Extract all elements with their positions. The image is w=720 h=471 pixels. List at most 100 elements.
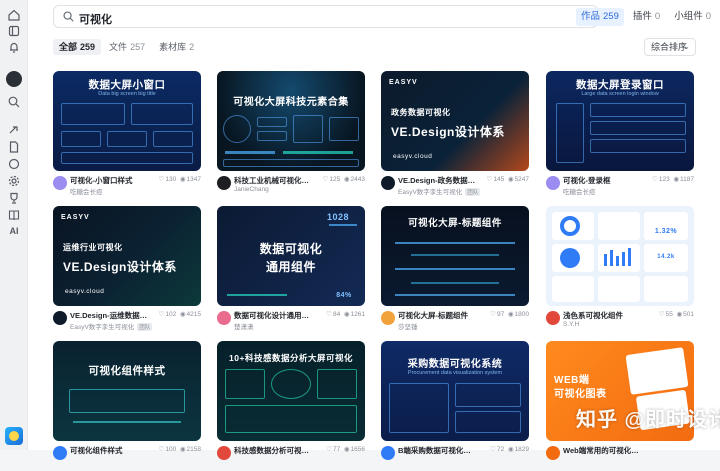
work-name[interactable]: Web端常用的可视化图表 — [563, 445, 643, 456]
author-name: S.Y.H — [563, 321, 580, 328]
work-meta: 科技工业机械可视化大数... JanieChang ♡125 ◉2443 — [217, 175, 365, 201]
filter-libraries[interactable]: 素材库 2 — [153, 39, 200, 55]
work-name[interactable]: 科技工业机械可视化大数... — [234, 175, 314, 186]
work-card[interactable]: 可视化大屏科技元素合集 科技工业机械可视化大数... JanieChang ♡1… — [217, 71, 365, 201]
work-thumbnail[interactable]: 数据大屏小窗口 Data big screen big title — [53, 71, 201, 171]
avatar[interactable] — [53, 446, 67, 460]
work-name[interactable]: 浅色系可视化组件 — [563, 310, 643, 321]
avatar[interactable] — [381, 176, 395, 190]
heart-icon: ♡ — [658, 311, 665, 318]
tab-label: 插件 — [632, 11, 652, 22]
work-thumbnail[interactable]: 10+科技感数据分析大屏可视化 — [217, 341, 365, 441]
work-name[interactable]: VE.Design-政务数据可视化 — [398, 175, 478, 186]
eye-icon: ◉ — [673, 176, 680, 183]
tab-widgets[interactable]: 小组件 0 — [669, 8, 716, 26]
tab-count: 0 — [654, 11, 661, 22]
work-name[interactable]: 科技感数据分析可视化大屏 — [234, 445, 314, 456]
avatar[interactable] — [53, 311, 67, 325]
app-logo[interactable] — [5, 427, 23, 445]
filter-all[interactable]: 全部 259 — [53, 39, 102, 55]
work-thumbnail[interactable]: 采购数据可视化系统 Procurement data visualization… — [381, 341, 529, 441]
work-name[interactable]: 可视化-登录框 — [563, 175, 643, 186]
avatar[interactable] — [381, 311, 395, 325]
work-meta: VE.Design-运维数据可视化 EasyV数字孪生可视化团队 ♡102 ◉4… — [53, 310, 201, 336]
heart-icon: ♡ — [158, 176, 165, 183]
work-meta: VE.Design-政务数据可视化 EasyV数字孪生可视化团队 ♡145 ◉5… — [381, 175, 529, 201]
work-name[interactable]: 数据可视化设计通用组件 — [234, 310, 314, 321]
work-name[interactable]: 可视化-小窗口样式 — [70, 175, 150, 186]
work-stats: ♡125 ◉2443 — [323, 175, 365, 183]
filter-files[interactable]: 文件 257 — [103, 39, 151, 55]
view-count: 1261 — [350, 311, 365, 318]
tab-plugins[interactable]: 插件 0 — [628, 8, 665, 26]
heart-icon: ♡ — [486, 176, 493, 183]
work-name[interactable]: VE.Design-运维数据可视化 — [70, 310, 150, 321]
avatar[interactable] — [217, 176, 231, 190]
gear-icon[interactable] — [7, 174, 21, 188]
work-card[interactable]: 可视化组件样式 可视化组件样式 ♡100 ◉2158 — [53, 341, 201, 471]
avatar[interactable] — [53, 176, 67, 190]
eye-icon: ◉ — [343, 176, 350, 183]
trophy-icon[interactable] — [7, 191, 21, 205]
avatar[interactable] — [546, 176, 560, 190]
work-author[interactable]: EasyV数字孪生可视化 团队 — [70, 321, 160, 331]
avatar[interactable] — [546, 446, 560, 460]
work-card[interactable]: 数据大屏小窗口 Data big screen big title 可视化-小窗… — [53, 71, 201, 201]
work-name[interactable]: 可视化大屏-标题组件 — [398, 310, 478, 321]
work-thumbnail[interactable]: 可视化大屏科技元素合集 — [217, 71, 365, 171]
like-count: 145 — [493, 176, 505, 183]
work-card[interactable]: EASYV 运维行业可视化 VE.Design设计体系 easyv.cloud … — [53, 206, 201, 336]
avatar[interactable] — [217, 311, 231, 325]
author-name: 莎坚锤 — [398, 324, 418, 331]
work-meta: 可视化-小窗口样式 吃糖会长痘 ♡130 ◉1347 — [53, 175, 201, 201]
files-icon[interactable] — [7, 24, 21, 38]
work-card[interactable]: 可视化大屏-标题组件 可视化大屏-标题组件 莎坚锤 ♡97 ◉1800 — [381, 206, 529, 336]
work-stats: ♡77 ◉1656 — [326, 445, 365, 453]
avatar[interactable] — [546, 311, 560, 325]
work-thumbnail[interactable]: 数据大屏登录窗口 Large data screen login window — [546, 71, 694, 171]
work-thumbnail[interactable]: 1.32% 14.2k — [546, 206, 694, 306]
search-input[interactable]: 可视化 ✕ — [53, 5, 598, 28]
home-icon[interactable] — [7, 8, 21, 22]
work-author[interactable]: 莎坚锤 — [398, 321, 488, 331]
like-count: 84 — [333, 311, 341, 318]
tab-label: 小组件 — [674, 11, 703, 22]
avatar[interactable] — [381, 446, 395, 460]
work-thumbnail[interactable]: 1028 数据可视化 通用组件 84% — [217, 206, 365, 306]
work-author[interactable]: EasyV数字孪生可视化 团队 — [398, 186, 488, 196]
document-icon[interactable] — [7, 140, 21, 154]
work-author[interactable]: S.Y.H — [563, 321, 653, 328]
work-card[interactable]: EASYV 政务数据可视化 VE.Design设计体系 easyv.cloud … — [381, 71, 529, 201]
work-card[interactable]: 1.32% 14.2k 浅色系可视化组件 S.Y.H ♡55 ◉501 — [546, 206, 694, 336]
work-card[interactable]: 1028 数据可视化 通用组件 84% 数据可视化设计通用组件 楚潇潇 ♡84 … — [217, 206, 365, 336]
work-author[interactable]: 吃糖会长痘 — [70, 186, 160, 196]
work-author[interactable]: 楚潇潇 — [234, 321, 324, 331]
search-icon[interactable] — [7, 95, 21, 109]
work-name[interactable]: 可视化组件样式 — [70, 445, 150, 456]
work-card[interactable]: 采购数据可视化系统 Procurement data visualization… — [381, 341, 529, 471]
sort-dropdown[interactable]: 综合排序 ⌄ — [644, 38, 696, 56]
avatar[interactable] — [6, 71, 22, 87]
work-thumbnail[interactable]: 可视化组件样式 — [53, 341, 201, 441]
thumb-title: 数据大屏小窗口 — [88, 79, 166, 91]
avatar[interactable] — [217, 446, 231, 460]
ai-icon[interactable]: AI — [7, 224, 21, 238]
thumb-title: 数据可视化 — [259, 242, 323, 256]
work-thumbnail[interactable]: 可视化大屏-标题组件 — [381, 206, 529, 306]
work-meta: 可视化-登录框 吃糖会长痘 ♡123 ◉1187 — [546, 175, 694, 201]
eye-icon: ◉ — [179, 311, 186, 318]
work-author[interactable]: JanieChang — [234, 186, 324, 193]
tab-works[interactable]: 作品 259 — [576, 8, 624, 26]
book-icon[interactable] — [7, 208, 21, 222]
bell-icon[interactable] — [7, 40, 21, 54]
work-thumbnail[interactable]: EASYV 政务数据可视化 VE.Design设计体系 easyv.cloud — [381, 71, 529, 171]
work-card[interactable]: 10+科技感数据分析大屏可视化 科技感数据分析可视化大屏 ♡77 ◉1656 — [217, 341, 365, 471]
link-icon[interactable] — [7, 124, 21, 138]
work-card[interactable]: 数据大屏登录窗口 Large data screen login window … — [546, 71, 694, 201]
work-thumbnail[interactable]: EASYV 运维行业可视化 VE.Design设计体系 easyv.cloud — [53, 206, 201, 306]
work-author[interactable]: 吃糖会长痘 — [563, 186, 653, 196]
thumb-title: 数据大屏登录窗口 — [576, 79, 664, 91]
like-count: 125 — [329, 176, 341, 183]
chat-icon[interactable] — [7, 157, 21, 171]
work-name[interactable]: B端采购数据可视化系统 — [398, 445, 478, 456]
